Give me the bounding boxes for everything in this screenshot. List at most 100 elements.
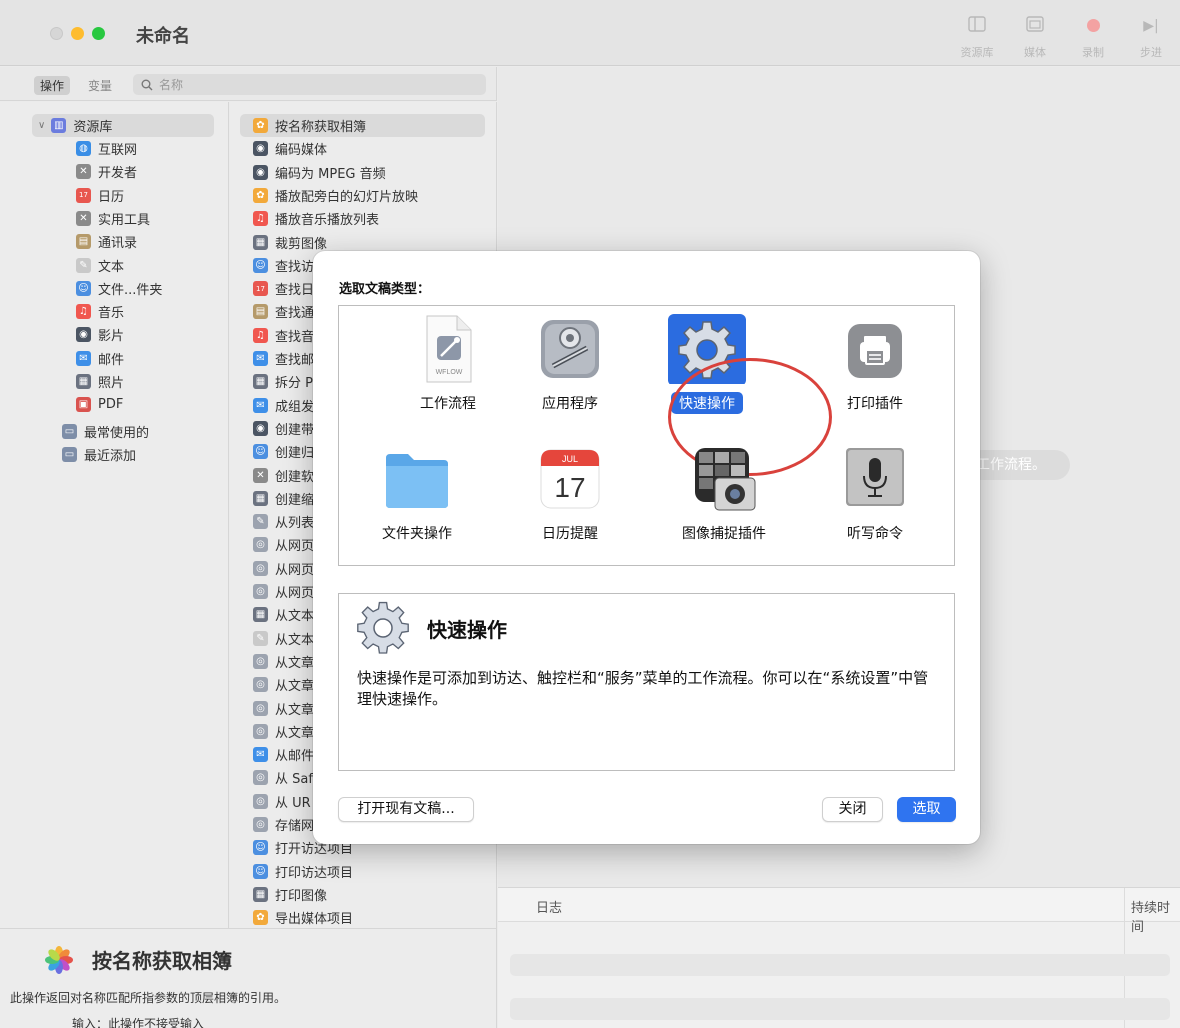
action-item[interactable]: ✉ 成组发 [253, 394, 314, 417]
type-image-capture-plugin-label: 图像捕捉插件 [682, 526, 766, 542]
action-item[interactable]: ✿ 导出媒体项目 [253, 906, 353, 928]
action-item-label: 从文章 [275, 679, 315, 695]
action-item-label: 创建带 [275, 422, 315, 438]
calendar-icon: 17 [76, 187, 91, 203]
search-input[interactable]: 名称 [133, 74, 486, 95]
action-item[interactable]: ◉ 编码媒体 [253, 137, 327, 160]
action-item[interactable]: ▦ 打印图像 [253, 883, 327, 906]
type-calendar-alarm[interactable]: JUL 17 日历提醒 [510, 444, 630, 544]
action-item[interactable]: ◎ 从文章 [253, 720, 314, 743]
type-folder-action[interactable]: 文件夹操作 [357, 444, 477, 544]
tab-actions[interactable]: 操作 [34, 76, 71, 95]
action-item[interactable]: ◎ 从文章 [253, 650, 314, 673]
action-item-label: 从网页 [275, 562, 315, 578]
action-item[interactable]: ☺ 创建归 [253, 440, 314, 463]
tab-variables[interactable]: 变量 [82, 76, 118, 95]
library-toolbar-button[interactable]: 资源库 [948, 16, 1006, 60]
action-item[interactable]: ◎ 从 UR [253, 790, 311, 813]
library-item[interactable]: ♫ 音乐 [76, 300, 124, 323]
action-item[interactable]: ▦ 从文本 [253, 603, 314, 626]
log-column-header[interactable]: 日志 [536, 897, 562, 916]
action-item-label: 从文章 [275, 725, 315, 741]
action-item-label: 从 Saf [275, 772, 313, 788]
action-item-label: 拆分 P [275, 376, 313, 392]
action-item[interactable]: ♫ 播放音乐播放列表 [253, 207, 379, 230]
type-info-box: 快速操作 快速操作是可添加到访达、触控栏和“服务”菜单的工作流程。你可以在“系统… [338, 593, 955, 771]
description-text: 此操作返回对名称匹配所指参数的顶层相簿的引用。 [10, 991, 287, 1005]
action-item[interactable]: ✉ 查找邮 [253, 347, 314, 370]
library-icon: ▥ [51, 118, 67, 133]
type-image-capture-plugin[interactable]: 图像捕捉插件 [664, 444, 784, 544]
action-item[interactable]: ◉ 创建带 [253, 417, 314, 440]
type-application[interactable]: 应用程序 [510, 314, 630, 414]
action-item-label: 从网页 [275, 539, 315, 555]
library-item[interactable]: ▦ 照片 [76, 370, 124, 393]
open-existing-document-button[interactable]: 打开现有文稿... [338, 797, 474, 822]
action-item[interactable]: ✉ 从邮件 [253, 743, 314, 766]
action-item[interactable]: ✿ 播放配旁白的幻灯片放映 [253, 184, 418, 207]
music-icon: ♫ [76, 304, 91, 320]
action-item-label: 播放配旁白的幻灯片放映 [275, 189, 419, 205]
movie-icon: ◉ [253, 141, 268, 157]
action-item[interactable]: ☺ 打印访达项目 [253, 860, 353, 883]
type-quick-action-label: 快速操作 [671, 392, 743, 414]
smart-folder-item[interactable]: ▭ 最近添加 [62, 443, 136, 466]
library-item[interactable]: ✕ 开发者 [76, 160, 137, 183]
photos-icon: ✿ [253, 118, 268, 133]
library-item[interactable]: 17 日历 [76, 184, 124, 207]
record-toolbar-button[interactable]: 录制 [1064, 16, 1122, 60]
safari-icon: ◎ [253, 770, 268, 786]
action-item[interactable]: ◎ 从文章 [253, 697, 314, 720]
smart-folder-item[interactable]: ▭ 最常使用的 [62, 420, 149, 443]
step-toolbar-button[interactable]: ▶︎| 步进 [1122, 16, 1180, 60]
media-toolbar-button[interactable]: 媒体 [1006, 16, 1064, 60]
action-item[interactable]: ✕ 创建软 [253, 464, 314, 487]
type-workflow[interactable]: WFLOW 工作流程 [388, 314, 508, 414]
close-window-button[interactable] [50, 27, 63, 40]
action-item[interactable]: ▦ 拆分 P [253, 370, 313, 393]
action-item-label: 播放音乐播放列表 [275, 213, 380, 229]
type-folder-action-label: 文件夹操作 [382, 526, 452, 542]
library-root[interactable]: ∨ ▥ 资源库 [32, 114, 214, 137]
action-item[interactable]: ☺ 查找访 [253, 254, 314, 277]
library-item-label: 音乐 [98, 306, 125, 322]
close-button[interactable]: 关闭 [822, 797, 883, 822]
library-item[interactable]: ◍ 互联网 [76, 137, 137, 160]
library-item[interactable]: ◉ 影片 [76, 323, 124, 346]
action-item[interactable]: ◎ 从网页 [253, 580, 314, 603]
minimize-window-button[interactable] [71, 27, 84, 40]
type-quick-action[interactable]: 快速操作 [647, 314, 767, 414]
action-item[interactable]: ◉ 编码为 MPEG 音频 [253, 161, 386, 184]
zoom-window-button[interactable] [92, 27, 105, 40]
type-print-plugin[interactable]: 打印插件 [815, 314, 935, 414]
action-item[interactable]: ✎ 从文本 [253, 627, 314, 650]
duration-column-header[interactable]: 持续时间 [1131, 897, 1180, 935]
photo-icon: ▦ [76, 374, 91, 389]
safari-icon: ◎ [253, 560, 268, 576]
action-item-label: 从 UR [275, 795, 311, 811]
safari-icon: ◎ [253, 700, 268, 716]
script-icon: ✎ [253, 514, 268, 530]
action-item[interactable]: ✿ 按名称获取相簿 [253, 114, 366, 137]
action-item[interactable]: ▤ 查找通 [253, 300, 314, 323]
action-item[interactable]: ◎ 从文章 [253, 673, 314, 696]
library-item[interactable]: ▤ 通讯录 [76, 230, 137, 253]
action-item[interactable]: 17 查找日 [253, 277, 314, 300]
library-item[interactable]: ✉ 邮件 [76, 347, 124, 370]
library-item[interactable]: ☺ 文件...件夹 [76, 277, 162, 300]
movie-icon: ◉ [76, 327, 91, 343]
action-item[interactable]: ▦ 裁剪图像 [253, 231, 327, 254]
action-item[interactable]: ◎ 存储网 [253, 813, 314, 836]
library-item[interactable]: ✕ 实用工具 [76, 207, 150, 230]
action-item[interactable]: ◎ 从网页 [253, 533, 314, 556]
choose-button[interactable]: 选取 [897, 797, 956, 822]
action-item[interactable]: ◎ 从网页 [253, 557, 314, 580]
action-item[interactable]: ✎ 从列表 [253, 510, 314, 533]
action-item[interactable]: ♫ 查找音 [253, 324, 314, 347]
library-item[interactable]: ✎ 文本 [76, 254, 124, 277]
library-item[interactable]: ▣ PDF [76, 393, 123, 416]
type-dictation-command[interactable]: 听写命令 [815, 444, 935, 544]
action-item[interactable]: ▦ 创建缩 [253, 487, 314, 510]
action-item[interactable]: ◎ 从 Saf [253, 766, 313, 789]
log-header: 日志 持续时间 [498, 888, 1180, 935]
